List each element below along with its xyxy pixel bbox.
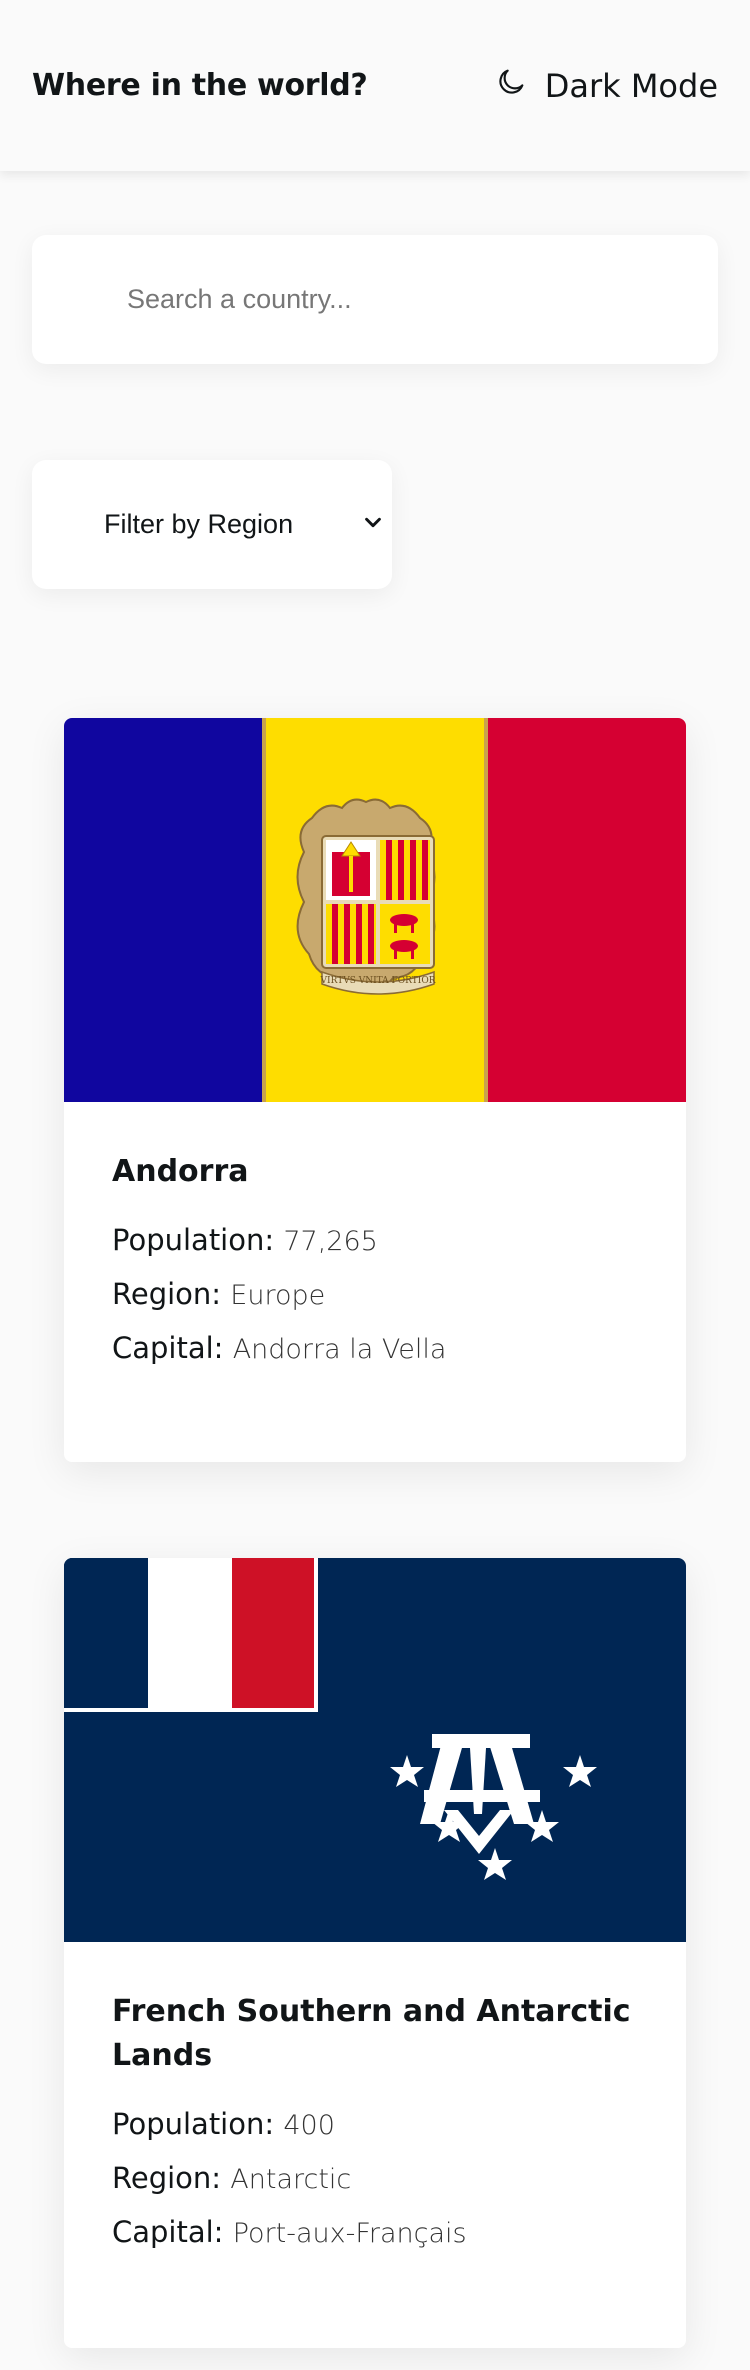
- capital-value: Port-aux-Français: [232, 2218, 467, 2249]
- chevron-down-icon: [362, 509, 384, 540]
- region-row: Region: Europe: [112, 1268, 638, 1322]
- region-filter-label: Filter by Region: [104, 509, 294, 539]
- site-header: Where in the world? Dark Mode: [0, 0, 750, 171]
- capital-value: Andorra la Vella: [232, 1334, 447, 1365]
- capital-row: Capital: Port-aux-Français: [112, 2206, 638, 2260]
- andorra-motto: VIRTVS VNITA FORTIOR: [320, 976, 436, 986]
- country-info: French Southern and Antarctic Lands Popu…: [64, 1942, 686, 2260]
- french-southern-antarctic-lands-flag: [64, 1558, 686, 1942]
- country-card-french-southern-antarctic-lands[interactable]: French Southern and Antarctic Lands Popu…: [64, 1558, 686, 2348]
- site-title: Where in the world?: [32, 68, 368, 103]
- dark-mode-label: Dark Mode: [544, 66, 718, 105]
- country-name: Andorra: [112, 1154, 249, 1189]
- andorra-flag: VIRTVS VNITA FORTIOR: [64, 718, 686, 1102]
- search-bar: [32, 235, 718, 364]
- population-label: Population:: [112, 2107, 275, 2141]
- region-value: Antarctic: [230, 2164, 352, 2195]
- region-label: Region:: [112, 2161, 222, 2195]
- search-input[interactable]: [32, 235, 718, 364]
- population-value: 400: [283, 2110, 335, 2141]
- region-label: Region:: [112, 1277, 222, 1311]
- population-value: 77,265: [283, 1226, 378, 1257]
- country-info: Andorra Population: 77,265 Region: Europ…: [64, 1102, 686, 1376]
- region-filter-select[interactable]: Filter by Region: [32, 460, 392, 589]
- capital-row: Capital: Andorra la Vella: [112, 1322, 638, 1376]
- population-row: Population: 77,265: [112, 1214, 638, 1268]
- region-row: Region: Antarctic: [112, 2152, 638, 2206]
- region-value: Europe: [230, 1280, 326, 1311]
- country-card-andorra[interactable]: VIRTVS VNITA FORTIOR Andorra Population:…: [64, 718, 686, 1462]
- population-row: Population: 400: [112, 2098, 638, 2152]
- dark-mode-toggle[interactable]: Dark Mode: [495, 66, 718, 106]
- moon-icon: [495, 66, 527, 106]
- andorra-coat-of-arms: VIRTVS VNITA FORTIOR: [296, 798, 436, 995]
- population-label: Population:: [112, 1223, 275, 1257]
- country-name: French Southern and Antarctic Lands: [112, 1994, 631, 2073]
- capital-label: Capital:: [112, 1331, 224, 1365]
- capital-label: Capital:: [112, 2215, 224, 2249]
